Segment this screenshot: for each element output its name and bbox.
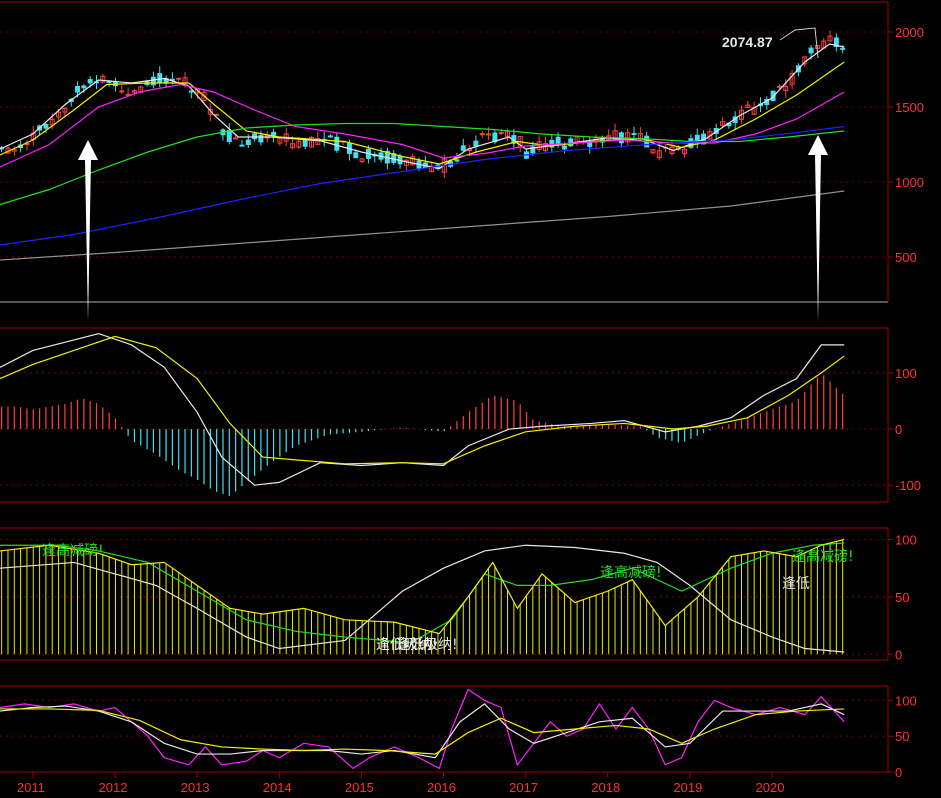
signal-arrow-up [808, 135, 828, 322]
annotation-sell-1: 逢高减磅! [42, 543, 104, 559]
y-tick-label: -100 [895, 478, 921, 493]
x-tick-label: 2013 [181, 780, 210, 795]
y-tick-label: 0 [895, 422, 902, 437]
y-tick-label: 50 [895, 729, 909, 744]
y-tick-label: 500 [895, 250, 917, 265]
y-tick-label: 0 [895, 765, 902, 780]
moving-average-line [0, 125, 845, 246]
annotation-buy-3: 逢低吸纳! [396, 637, 458, 653]
x-tick-label: 2012 [99, 780, 128, 795]
y-tick-label: 0 [895, 647, 902, 662]
candle-body [214, 113, 220, 116]
candle-body [302, 139, 308, 147]
candle-body [353, 152, 359, 159]
candle-body [87, 79, 93, 84]
macd-histogram [1, 375, 844, 497]
candle-body [498, 132, 504, 135]
annotation-buy-2: 逢低 [782, 576, 810, 592]
y-tick-label: 1500 [895, 100, 924, 115]
macd-line [0, 335, 845, 465]
candle-body [555, 136, 561, 145]
candle-body [631, 133, 637, 136]
oscillator-line [0, 703, 845, 759]
signal-arrow-up [78, 140, 98, 322]
candle-body [81, 85, 87, 89]
candle-body [561, 145, 567, 150]
candle-body [334, 136, 340, 151]
x-tick-label: 2018 [591, 780, 620, 795]
candle-body [271, 131, 277, 136]
chart-canvas: 5001000150020001000-1001005001005002011 2… [0, 1, 924, 795]
candle-body [157, 73, 163, 83]
x-tick-label: 2017 [509, 780, 538, 795]
candle-body [119, 90, 125, 93]
candle-body [460, 145, 466, 151]
x-tick-label: 2014 [263, 780, 292, 795]
annotation-sell-3: 逢高减磅! [792, 549, 854, 565]
candle-body [473, 140, 479, 147]
oscillator-line [0, 538, 845, 635]
candle-body [239, 144, 245, 147]
candle-body [840, 47, 846, 50]
y-tick-label: 2000 [895, 25, 924, 40]
candle-body [150, 76, 156, 86]
y-tick-label: 100 [895, 366, 917, 381]
y-tick-label: 100 [895, 693, 917, 708]
moving-average-line [0, 122, 845, 206]
x-tick-label: 2016 [427, 780, 456, 795]
candle-body [479, 133, 485, 136]
y-tick-label: 1000 [895, 175, 924, 190]
y-tick-label: 50 [895, 590, 909, 605]
x-tick-label: 2011 [17, 780, 45, 795]
candle-body [233, 137, 239, 140]
macd-line [0, 332, 845, 486]
moving-average-line [0, 61, 845, 165]
x-tick-label: 2015 [345, 780, 374, 795]
candle-body [252, 133, 258, 140]
candle-body [43, 124, 49, 129]
candle-body [454, 159, 460, 162]
x-tick-label: 2019 [673, 780, 702, 795]
moving-average-line [0, 190, 845, 261]
candle-body [245, 139, 251, 145]
annotation-sell-2: 逢高减磅! [600, 565, 662, 581]
moving-average-line [0, 43, 845, 170]
oscillator-line [0, 542, 845, 644]
candle-body [226, 129, 232, 142]
candles [0, 30, 846, 178]
candle-body [258, 134, 264, 143]
stock-chart-window: 500 1000 1500 2000 100 0 -100 100 50 0 100 50 0 2011 2… [0, 0, 941, 798]
last-price-readout: 2074.87 [722, 34, 773, 50]
candle-body [75, 85, 81, 93]
x-tick-label: 2020 [756, 780, 785, 795]
candle-body [176, 77, 182, 80]
candle-body [808, 47, 814, 54]
oscillator-line [0, 688, 845, 770]
candle-body [327, 135, 333, 138]
y-tick-label: 100 [895, 532, 917, 547]
